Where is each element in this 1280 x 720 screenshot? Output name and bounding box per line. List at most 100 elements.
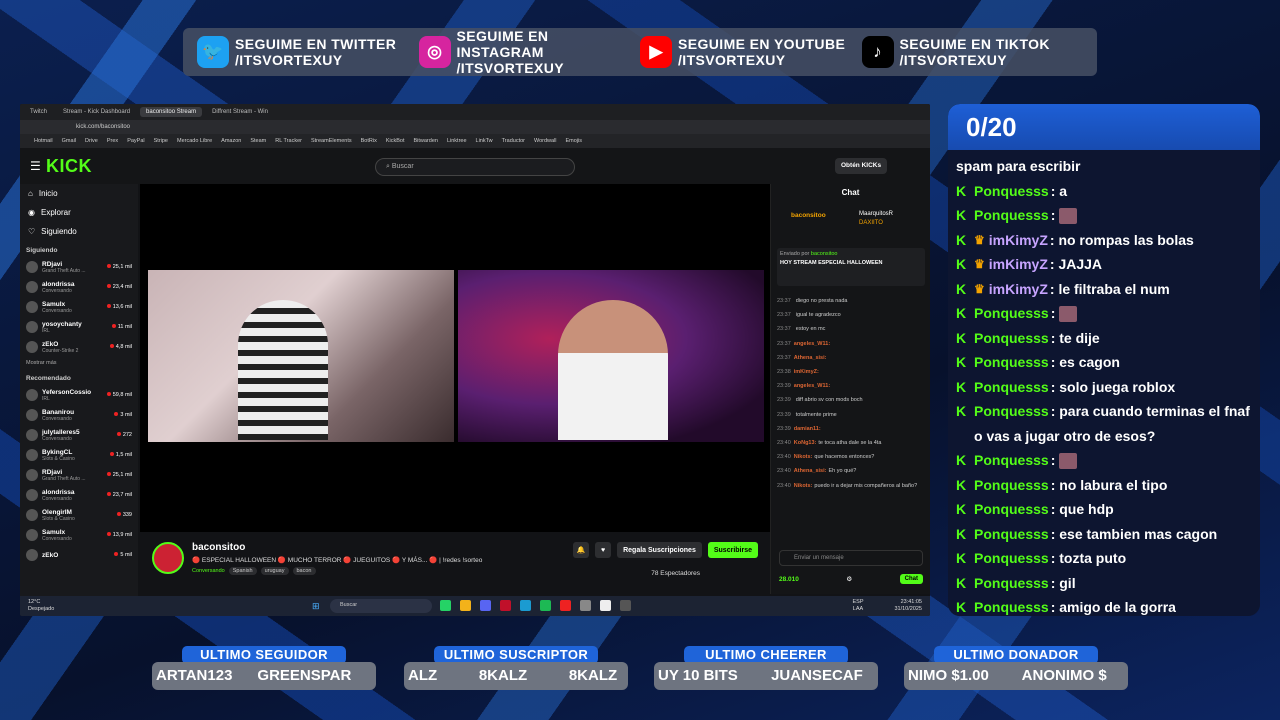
browser-tab[interactable]: baconsitoo Stream: [140, 107, 203, 117]
app-icon[interactable]: [580, 600, 591, 611]
chat-username[interactable]: imKimyZ:: [794, 369, 819, 375]
channel-text: alondrissa Conversando: [42, 489, 75, 502]
nav-item-inicio[interactable]: ⌂ Inicio: [20, 184, 138, 203]
opera-icon[interactable]: [500, 600, 511, 611]
windows-start-icon[interactable]: ⊞: [312, 601, 320, 612]
channel-item[interactable]: BykingCL Slots & Casino 1,5 mil: [20, 445, 138, 465]
bookmark-link[interactable]: KickBot: [386, 138, 405, 144]
social-item[interactable]: ▶ SEGUIME EN YOUTUBE/ITSVORTEXUY: [640, 36, 862, 68]
show-more-link[interactable]: Mostrar más: [20, 357, 138, 369]
chat-username[interactable]: Athena_sisi:: [794, 355, 827, 361]
viewers: 3 mil: [120, 412, 132, 418]
clock[interactable]: 23:41:05 31/10/2025: [894, 599, 922, 613]
bookmark-link[interactable]: StreamElements: [311, 138, 352, 144]
tag[interactable]: uruguay: [260, 567, 289, 575]
whatsapp-icon[interactable]: [440, 600, 451, 611]
gift-subs-button[interactable]: Regala Suscripciones: [617, 542, 702, 558]
supporter-name[interactable]: MaarquitosR: [859, 210, 893, 219]
chat-input[interactable]: Enviar un mensaje: [779, 550, 923, 566]
bookmark-link[interactable]: LinkTw: [476, 138, 493, 144]
browser-tab[interactable]: Twitch: [24, 107, 53, 117]
bookmark-link[interactable]: PayPal: [127, 138, 144, 144]
bookmark-link[interactable]: BotRix: [361, 138, 377, 144]
heart-icon[interactable]: ♥: [595, 542, 612, 558]
browser-tab[interactable]: Stream - Kick Dashboard: [57, 107, 136, 117]
chat-username[interactable]: Nikots:: [794, 454, 813, 460]
nav-item-explorar[interactable]: ◉ Explorar: [20, 203, 138, 222]
channel-item[interactable]: julytalleres5 Conversando 272: [20, 425, 138, 445]
bookmark-link[interactable]: Hotmail: [34, 138, 53, 144]
social-item[interactable]: ◎ SEGUIME EN INSTAGRAM/ITSVORTEXUY: [418, 28, 641, 76]
chat-text: : que hdp: [1050, 501, 1114, 517]
chat-username[interactable]: angeles_W11:: [794, 341, 830, 347]
social-line1: SEGUIME EN INSTAGRAM: [456, 28, 549, 60]
social-item[interactable]: 🐦 SEGUIME EN TWITTER/ITSVORTEXUY: [197, 36, 419, 68]
address-bar[interactable]: kick.com/baconsitoo: [20, 120, 930, 134]
stream-category[interactable]: Conversando: [192, 568, 225, 574]
steam-icon[interactable]: [520, 600, 531, 611]
app-icon[interactable]: [560, 600, 571, 611]
top-supporter[interactable]: baconsitoo: [791, 212, 826, 219]
bookmark-link[interactable]: Steam: [250, 138, 266, 144]
taskbar-search[interactable]: Buscar: [330, 599, 432, 613]
chat-text: : es cagon: [1050, 354, 1120, 370]
discord-icon[interactable]: [480, 600, 491, 611]
pinned-message[interactable]: Enviado por baconsitoo HOY STREAM ESPECI…: [777, 248, 925, 286]
streamer-name[interactable]: baconsitoo: [192, 542, 245, 553]
chat-message: 23:37 Athena_sisi:: [777, 351, 927, 365]
channel-item[interactable]: Bananirou Conversando 3 mil: [20, 405, 138, 425]
bookmark-link[interactable]: Gmail: [62, 138, 76, 144]
points-balance[interactable]: 28.010: [779, 576, 799, 583]
channel-item[interactable]: Samulx Conversando 13,6 mil: [20, 297, 138, 317]
browser-tab[interactable]: Diffrent Stream - Win: [206, 107, 274, 117]
tag[interactable]: bacon: [292, 567, 316, 575]
weather-widget[interactable]: 12°C Despejado: [28, 599, 54, 613]
bookmark-link[interactable]: Traductor: [502, 138, 525, 144]
gear-icon[interactable]: ⚙: [846, 575, 852, 583]
get-kicks-button[interactable]: Obtén KICKs: [835, 158, 888, 174]
chat-username[interactable]: Nikots:: [794, 483, 813, 489]
nav-item-siguiendo[interactable]: ♡ Siguiendo: [20, 222, 138, 241]
chat-username[interactable]: angeles_W11:: [794, 383, 830, 389]
supporter-name[interactable]: DAXIITO: [859, 219, 893, 228]
tag[interactable]: Spanish: [228, 567, 257, 575]
channel-item[interactable]: RDjavi Grand Theft Auto ... 25,1 mil: [20, 257, 138, 277]
search-input[interactable]: ⌕ Buscar: [375, 158, 575, 176]
spotify-icon[interactable]: [540, 600, 551, 611]
bookmark-link[interactable]: Drive: [85, 138, 98, 144]
bookmark-link[interactable]: Wordwall: [534, 138, 557, 144]
bookmark-link[interactable]: Bitwarden: [413, 138, 437, 144]
app-icon[interactable]: [620, 600, 631, 611]
chat-username[interactable]: KoNg13:: [794, 440, 817, 446]
bell-icon[interactable]: 🔔: [573, 542, 590, 558]
send-chat-button[interactable]: Chat: [899, 574, 923, 584]
chat-username[interactable]: damian11:: [794, 426, 821, 432]
channel-item[interactable]: alondrissa Conversando 23,7 mil: [20, 485, 138, 505]
channel-item[interactable]: zEkO 5 mil: [20, 545, 138, 565]
bookmark-link[interactable]: Linktree: [447, 138, 467, 144]
channel-item[interactable]: YefersonCossio IRL 59,8 mil: [20, 385, 138, 405]
channel-item[interactable]: alondrissa Conversando 23,4 mil: [20, 277, 138, 297]
channel-item[interactable]: zEkO Counter-Strike 2 4,8 mil: [20, 337, 138, 357]
video-player[interactable]: [140, 184, 770, 532]
chat-username[interactable]: Athena_sisi:: [794, 468, 827, 474]
bookmark-link[interactable]: Prex: [107, 138, 118, 144]
bookmark-link[interactable]: Mercado Libre: [177, 138, 212, 144]
streamer-avatar[interactable]: [152, 542, 184, 574]
subscribe-button[interactable]: Suscribirse: [707, 542, 758, 558]
webcam-left: [148, 270, 454, 442]
channel-item[interactable]: RDjavi Grand Theft Auto ... 25,1 mil: [20, 465, 138, 485]
bookmark-link[interactable]: Emojis: [566, 138, 583, 144]
app-icon[interactable]: [600, 600, 611, 611]
bookmark-link[interactable]: RL Tracker: [275, 138, 302, 144]
kick-logo[interactable]: KICK: [46, 156, 92, 177]
folder-icon[interactable]: [460, 600, 471, 611]
social-item[interactable]: ♪ SEGUIME EN TIKTOK/ITSVORTEXUY: [861, 36, 1084, 68]
channel-item[interactable]: Samulx Conversando 13,9 mil: [20, 525, 138, 545]
channel-item[interactable]: yosoychanty IRL 11 mil: [20, 317, 138, 337]
bookmark-link[interactable]: Stripe: [154, 138, 168, 144]
language-indicator[interactable]: ESP LAA: [848, 599, 868, 613]
bookmark-link[interactable]: Amazon: [221, 138, 241, 144]
menu-icon[interactable]: ☰: [30, 159, 41, 173]
channel-item[interactable]: OlengirlM Slots & Casino 339: [20, 505, 138, 525]
